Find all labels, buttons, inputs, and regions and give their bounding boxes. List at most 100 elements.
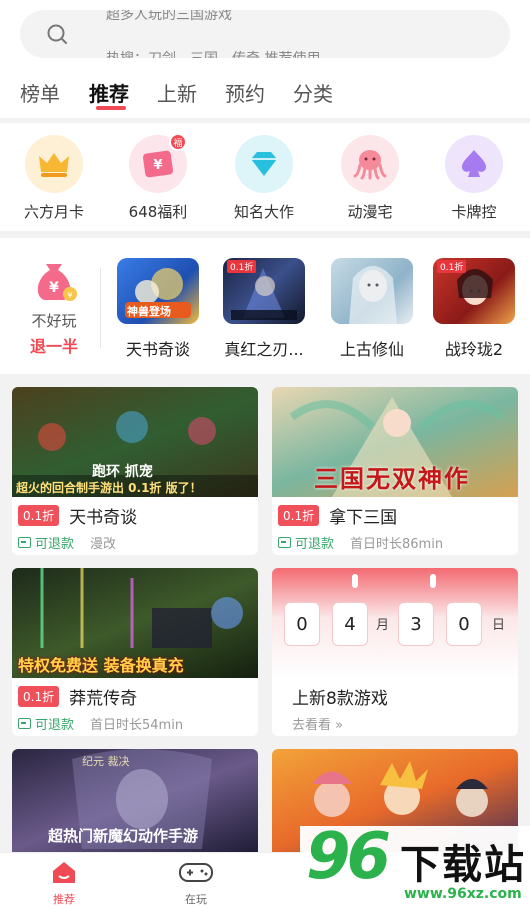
tab-rankings[interactable]: 榜单 [20, 78, 60, 107]
game-card[interactable]: 三国无双神作 0.1折 拿下三国 可退款 首日时长86min [272, 387, 518, 555]
game-card[interactable]: 纪元 裁决 超热门新魔幻动作手游 [12, 749, 258, 859]
card-meta: 漫改 [90, 537, 117, 552]
watermark-number: 96 [306, 820, 391, 894]
card-title: 莽荒传奇 [69, 688, 138, 709]
active-tab-indicator [96, 106, 126, 110]
refund-featured-row: ¥ ¥ 不好玩 退一半 神兽登场 天书奇谈 0.1折 真红之刃... 上古修仙 0… [0, 238, 530, 374]
refund-icon [18, 718, 31, 729]
game-cover: 神兽登场 [117, 258, 199, 324]
category-monthly-card[interactable]: 六方月卡 [4, 135, 104, 222]
search-input[interactable]: 超多人玩的三国游戏 热搜：刀剑、三国、传奇 推荐使用 [20, 10, 510, 58]
svg-text:¥: ¥ [153, 158, 162, 173]
ticket-icon: ¥ 福 [129, 133, 187, 193]
search-hot-words: 热搜：刀剑、三国、传奇 推荐使用 [106, 48, 320, 58]
countdown-unit: 日 [492, 618, 506, 633]
game-card[interactable]: 特权免费送 装备换真充 0.1折 莽荒传奇 可退款 首日时长54min [12, 568, 258, 736]
crown-icon [25, 135, 83, 193]
featured-game-name: 战玲珑2 [444, 340, 504, 359]
featured-game[interactable]: 0.1折 战玲珑2 [426, 258, 522, 360]
refundable-tag: 可退款 [278, 533, 334, 552]
featured-game-name: 真红之刃... [224, 340, 304, 359]
game-card[interactable]: 跑环 抓宠 超火的回合制手游出 0.1折 版了！ 0.1折 天书奇谈 可退款 漫… [12, 387, 258, 555]
featured-game-name: 上古修仙 [339, 340, 404, 359]
cover-text: 神兽登场 [127, 305, 171, 318]
featured-game-name: 天书奇谈 [125, 340, 190, 359]
card-meta: 首日时长54min [90, 718, 184, 733]
top-tabs: 榜单 推荐 上新 预约 分类 [0, 70, 530, 118]
tab-new[interactable]: 上新 [157, 78, 197, 107]
refundable-tag: 可退款 [18, 714, 74, 733]
category-row: 六方月卡 ¥ 福 648福利 知名大作 动漫宅 卡牌控 [0, 123, 530, 231]
spade-icon [445, 135, 503, 193]
welfare-badge: 福 [169, 133, 187, 151]
refund-icon [278, 537, 291, 548]
featured-game[interactable]: 0.1折 真红之刃... [216, 258, 312, 360]
new-games-card[interactable]: 0 4 月 3 0 日 上新8款游戏 去看看 » [272, 568, 518, 736]
home-icon [53, 862, 75, 883]
discount-badge: 0.1折 [18, 504, 60, 526]
refund-line1: 不好玩 [31, 312, 77, 330]
countdown-digit: 0 [446, 602, 482, 646]
see-more-link[interactable]: 去看看 » [292, 714, 343, 733]
card-meta: 首日时长86min [350, 537, 444, 552]
banner-text: 跑环 抓宠 [92, 464, 153, 480]
refund-line2: 退一半 [29, 337, 78, 356]
banner-text: 超热门新魔幻动作手游 [48, 827, 199, 845]
refundable-tag: 可退款 [18, 533, 74, 552]
banner-text: 纪元 裁决 [82, 755, 130, 768]
game-banner: 特权免费送 装备换真充 [12, 568, 258, 678]
category-anime[interactable]: 动漫宅 [320, 135, 420, 222]
tab-category[interactable]: 分类 [293, 78, 333, 107]
search-area: 超多人玩的三国游戏 热搜：刀剑、三国、传奇 推荐使用 [0, 0, 530, 70]
banner-text: 超火的回合制手游出 0.1折 版了！ [16, 481, 202, 495]
gamepad-icon [179, 863, 213, 882]
category-label: 648福利 [128, 203, 188, 221]
game-cover [331, 258, 413, 324]
game-banner: 跑环 抓宠 超火的回合制手游出 0.1折 版了！ [12, 387, 258, 497]
nav-playing[interactable]: 在玩 [166, 859, 226, 907]
cover-text: 0.1折 [227, 260, 257, 273]
category-label: 知名大作 [233, 203, 294, 221]
discount-badge: 0.1折 [278, 504, 320, 526]
countdown-unit: 月 [376, 618, 390, 633]
discount-badge: 0.1折 [18, 685, 60, 707]
banner-text: 特权免费送 装备换真充 [18, 656, 184, 675]
category-label: 动漫宅 [347, 203, 393, 221]
tab-reserve[interactable]: 预约 [225, 78, 265, 107]
site-watermark: 96 下载站 www.96xz.com [300, 820, 530, 910]
refund-promo[interactable]: ¥ ¥ 不好玩 退一半 [14, 256, 94, 357]
watermark-url: www.96xz.com [404, 886, 522, 902]
search-icon [47, 24, 67, 44]
banner-text: 三国无双神作 [314, 465, 470, 493]
calendar-countdown: 0 4 月 3 0 日 [272, 568, 518, 678]
game-banner: 纪元 裁决 超热门新魔幻动作手游 [12, 749, 258, 859]
countdown-digit: 4 [332, 602, 368, 646]
category-648-welfare[interactable]: ¥ 福 648福利 [108, 133, 208, 222]
category-famous-games[interactable]: 知名大作 [214, 135, 314, 222]
featured-game[interactable]: 神兽登场 天书奇谈 [110, 258, 206, 360]
svg-text:¥: ¥ [49, 280, 59, 296]
svg-text:¥: ¥ [67, 291, 72, 300]
category-card-games[interactable]: 卡牌控 [424, 135, 524, 222]
tab-recommend[interactable]: 推荐 [89, 78, 129, 107]
card-title: 上新8款游戏 [292, 689, 388, 709]
watermark-text: 下载站 [400, 842, 526, 888]
card-title: 天书奇谈 [69, 507, 138, 528]
cover-text: 0.1折 [437, 260, 467, 273]
octopus-icon [341, 135, 399, 193]
featured-game[interactable]: 上古修仙 [324, 258, 420, 360]
divider [100, 268, 101, 348]
game-cover: 0.1折 [433, 258, 515, 324]
card-title: 拿下三国 [329, 507, 398, 528]
money-bag-icon: ¥ ¥ [28, 256, 80, 302]
game-cover: 0.1折 [223, 258, 305, 324]
refund-icon [18, 537, 31, 548]
diamond-icon [235, 135, 293, 193]
game-banner: 三国无双神作 [272, 387, 518, 497]
nav-recommend[interactable]: 推荐 [34, 859, 94, 907]
countdown-digit: 0 [284, 602, 320, 646]
category-label: 卡牌控 [451, 203, 497, 221]
search-placeholder: 超多人玩的三国游戏 [106, 10, 232, 23]
countdown-digit: 3 [398, 602, 434, 646]
category-label: 六方月卡 [23, 203, 84, 221]
